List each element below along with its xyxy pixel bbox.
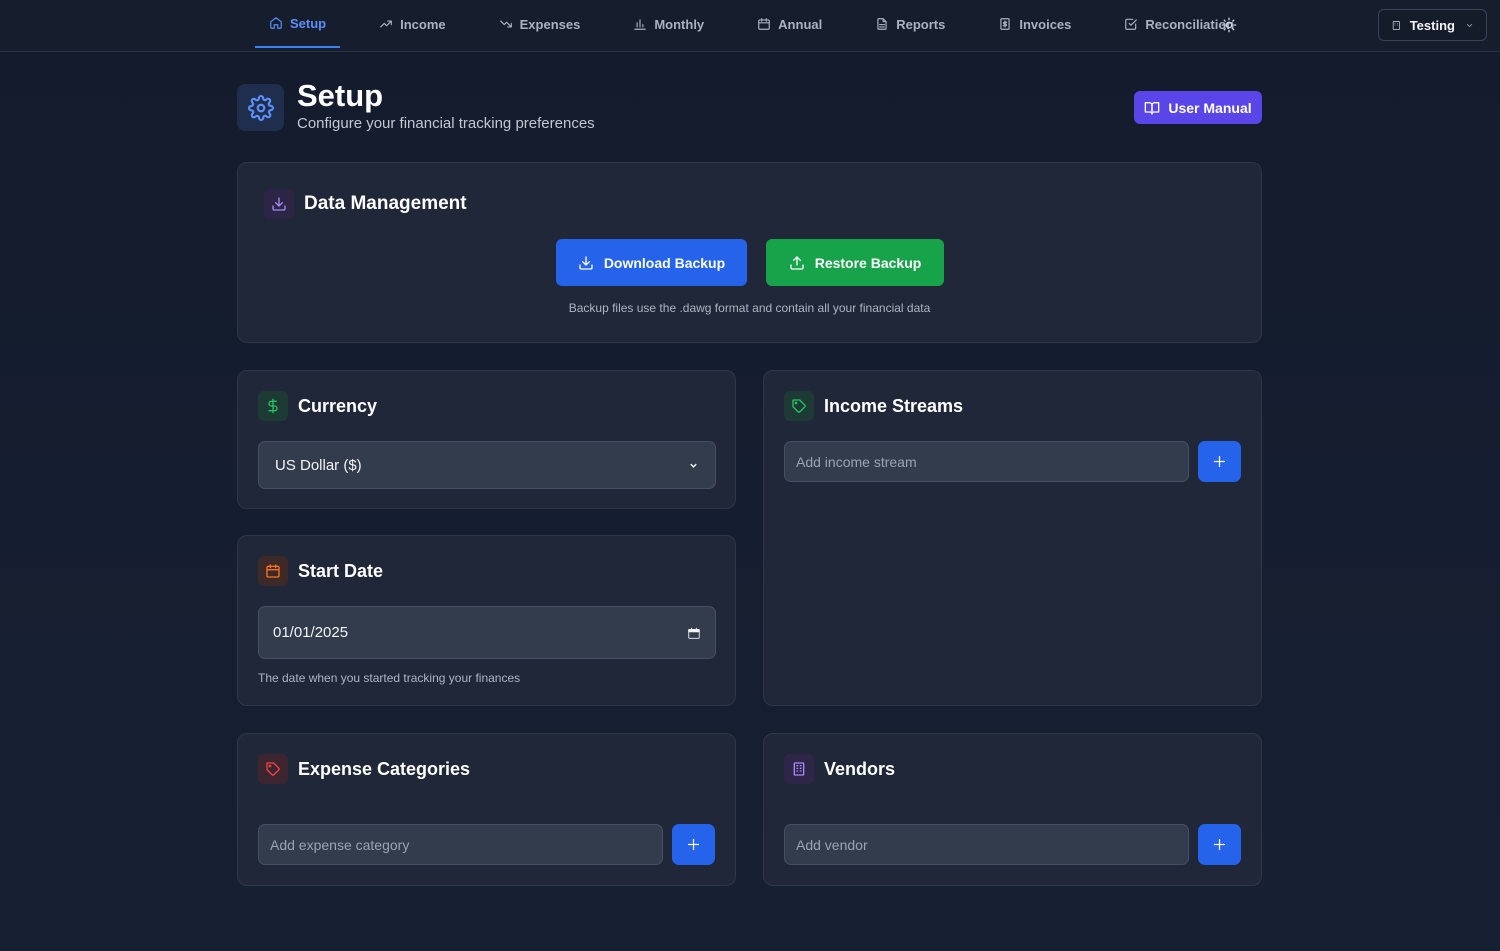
add-expense-category-button[interactable] [672, 824, 715, 865]
sun-icon [1221, 17, 1237, 33]
upload-icon [790, 255, 804, 270]
trending-down-icon [499, 20, 512, 28]
tab-label: Annual [778, 16, 823, 32]
start-date-card: Start Date 01/01/2025 The date when you … [237, 535, 736, 706]
calendar-picker-icon[interactable] [687, 626, 701, 640]
vendor-placeholder: Add vendor [796, 836, 868, 853]
tab-label: Reports [896, 16, 946, 32]
tab-label: Monthly [654, 16, 705, 32]
add-vendor-button[interactable] [1198, 824, 1241, 865]
page-title: Setup [297, 78, 384, 113]
currency-card: Currency US Dollar ($) [237, 370, 736, 509]
calendar-icon [266, 564, 280, 578]
card-icon [784, 754, 814, 784]
tag-icon [792, 399, 806, 413]
currency-select[interactable]: US Dollar ($) [258, 441, 716, 489]
tab-label: Setup [290, 15, 327, 31]
dollar-icon [268, 398, 278, 414]
workspace-selector[interactable]: Testing [1378, 9, 1487, 41]
card-title: Start Date [298, 560, 384, 581]
card-icon [258, 391, 288, 421]
plus-icon [687, 838, 700, 851]
book-open-icon [1145, 101, 1160, 115]
data-management-card: Data Management Download Backup Restore … [237, 162, 1262, 343]
page-header-icon [237, 84, 284, 131]
card-title: Vendors [824, 758, 896, 779]
expense-category-input[interactable]: Add expense category [258, 824, 663, 865]
nav-tabs: Setup Income Expenses Monthly Annual Rep… [255, 0, 1273, 52]
tab-label: Expenses [519, 16, 581, 32]
download-icon [272, 197, 286, 211]
user-manual-button[interactable]: User Manual [1134, 91, 1262, 124]
restore-backup-button[interactable]: Restore Backup [766, 239, 944, 286]
currency-selected-value: US Dollar ($) [275, 456, 362, 474]
trending-up-icon [380, 20, 392, 28]
vendors-card: Vendors Add vendor [763, 733, 1262, 886]
tab-label: Invoices [1019, 16, 1072, 32]
workspace-label: Testing [1409, 17, 1455, 33]
tab-income[interactable]: Income [365, 0, 460, 48]
tab-monthly[interactable]: Monthly [619, 0, 718, 48]
tab-reports[interactable]: Reports [861, 0, 959, 48]
tag-icon [266, 762, 280, 776]
card-icon [258, 754, 288, 784]
card-title: Income Streams [824, 395, 964, 416]
tab-expenses[interactable]: Expenses [485, 0, 595, 48]
vendor-input[interactable]: Add vendor [784, 824, 1189, 865]
start-date-input[interactable]: 01/01/2025 [258, 606, 716, 659]
calendar-icon [758, 18, 771, 30]
card-title: Currency [298, 395, 378, 416]
download-backup-button[interactable]: Download Backup [556, 239, 747, 286]
plus-icon [1213, 455, 1226, 468]
theme-toggle-button[interactable] [1219, 15, 1239, 35]
card-title: Expense Categories [298, 758, 471, 779]
card-title: Data Management [304, 193, 467, 214]
bar-chart-icon [634, 19, 647, 30]
tab-invoices[interactable]: Invoices [984, 0, 1085, 48]
download-backup-label: Download Backup [603, 254, 726, 271]
income-stream-placeholder: Add income stream [796, 453, 917, 470]
plus-icon [1213, 838, 1226, 851]
chevron-down-icon [1466, 23, 1473, 27]
expense-category-placeholder: Add expense category [270, 836, 410, 853]
card-icon [258, 556, 288, 586]
check-square-icon [1125, 18, 1138, 30]
user-manual-label: User Manual [1168, 99, 1252, 116]
start-date-hint: The date when you started tracking your … [258, 671, 521, 685]
card-icon [264, 189, 294, 219]
restore-backup-label: Restore Backup [814, 254, 922, 271]
building-icon [793, 762, 805, 776]
top-navigation: Setup Income Expenses Monthly Annual Rep… [0, 0, 1500, 52]
gear-icon [247, 94, 274, 121]
backup-hint: Backup files use the .dawg format and co… [568, 301, 931, 315]
home-icon [270, 17, 282, 29]
start-date-value: 01/01/2025 [273, 624, 349, 641]
expense-categories-card: Expense Categories Add expense category [237, 733, 736, 886]
receipt-icon [1000, 18, 1011, 30]
add-income-stream-button[interactable] [1198, 441, 1241, 482]
building-icon [1392, 20, 1400, 30]
download-icon [579, 255, 593, 270]
page-subtitle: Configure your financial tracking prefer… [297, 115, 595, 132]
file-text-icon [877, 18, 887, 30]
card-icon [784, 391, 814, 421]
income-streams-card: Income Streams Add income stream [763, 370, 1262, 706]
chevron-down-icon [690, 463, 697, 468]
tab-label: Income [400, 16, 446, 32]
income-stream-input[interactable]: Add income stream [784, 441, 1189, 482]
tab-setup[interactable]: Setup [255, 0, 341, 48]
tab-annual[interactable]: Annual [743, 0, 836, 48]
